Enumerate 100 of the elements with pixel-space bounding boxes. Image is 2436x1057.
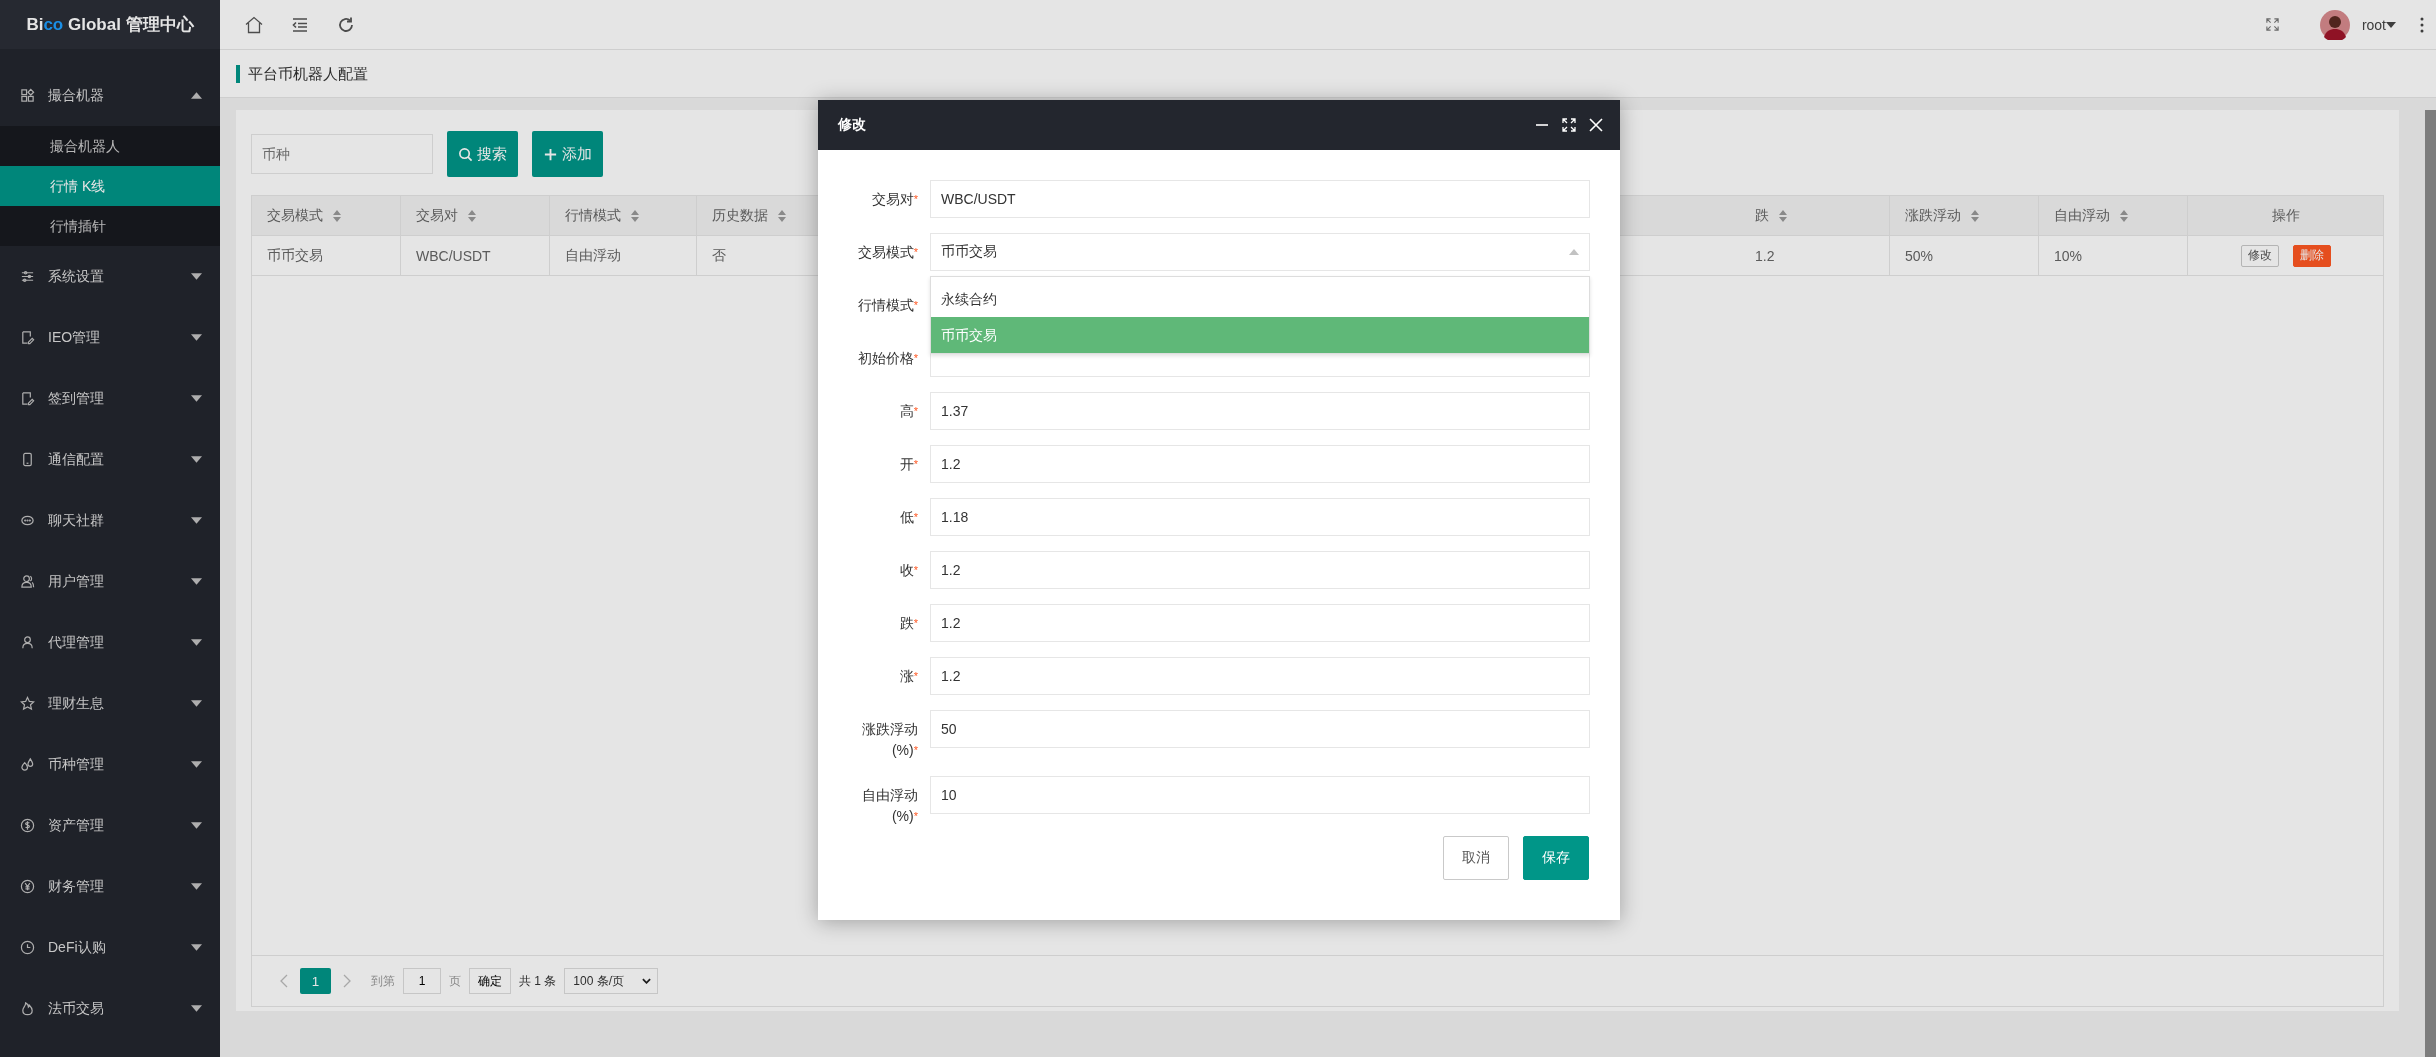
field-label: 低* [898, 508, 918, 527]
edit-button[interactable]: 修改 [2240, 244, 2279, 267]
caret-icon [191, 883, 202, 890]
nav-item[interactable]: DeFi认购 [0, 917, 220, 978]
drops-icon [20, 757, 35, 772]
nav-subitem[interactable]: 行情插针 [0, 206, 220, 246]
nav-item[interactable]: 理财生息 [0, 673, 220, 734]
nav-item[interactable]: 系统设置 [0, 246, 220, 307]
cancel-button[interactable]: 取消 [1443, 836, 1509, 880]
input-field[interactable]: 1.2 [930, 604, 1590, 642]
field-label: 交易模式* [856, 243, 918, 262]
column-header[interactable]: 跌 [1740, 196, 1890, 235]
nav-label: 签到管理 [48, 389, 105, 408]
caret-icon [191, 395, 202, 402]
field-label: 交易对* [870, 190, 918, 209]
star-icon [20, 696, 35, 711]
input-field[interactable]: 1.37 [930, 392, 1590, 430]
caret-icon[interactable] [2386, 21, 2396, 28]
nav-label: 资产管理 [48, 816, 105, 835]
page-button[interactable]: 1 [300, 968, 331, 994]
input-field[interactable]: 1.18 [930, 498, 1590, 536]
dollar-icon [20, 818, 35, 833]
sort-icon [333, 209, 341, 222]
input-field[interactable]: 1.2 [930, 445, 1590, 483]
plus-icon [543, 146, 558, 162]
more-icon[interactable] [2420, 16, 2424, 33]
column-header[interactable]: 涨跌浮动 [1890, 196, 2039, 235]
sort-icon [631, 209, 639, 222]
caret-icon [191, 700, 202, 707]
nav-item[interactable]: 资产管理 [0, 795, 220, 856]
caret-icon [191, 273, 202, 280]
page-title: 平台币机器人配置 [236, 64, 368, 83]
phone-icon [20, 452, 35, 467]
chat-icon [20, 513, 35, 528]
nav-item[interactable]: 聊天社群 [0, 490, 220, 551]
scrollbar[interactable] [2425, 110, 2436, 1057]
nav-item[interactable]: 用户管理 [0, 551, 220, 612]
nav-item[interactable]: 通信配置 [0, 429, 220, 490]
fullscreen-icon[interactable] [2264, 17, 2280, 32]
total-count: 共 1 条 [519, 972, 557, 990]
input-field[interactable]: 10 [930, 776, 1590, 814]
caret-icon [191, 578, 202, 585]
page-unit: 页 [449, 972, 461, 990]
nav-label: IEO管理 [48, 328, 102, 347]
nav-item[interactable]: 币种管理 [0, 734, 220, 795]
nav-label: 财务管理 [48, 877, 105, 896]
user-menu[interactable]: root [2361, 16, 2386, 33]
caret-icon [1569, 249, 1579, 255]
dropdown-option[interactable]: 永续合约 [931, 281, 1589, 317]
page-input[interactable]: 1 [403, 968, 441, 994]
column-header[interactable]: 自由浮动 [2039, 196, 2188, 235]
clock-icon [20, 940, 35, 955]
caret-icon [191, 639, 202, 646]
nav-label: 聊天社群 [48, 511, 105, 530]
caret-icon [191, 761, 202, 768]
nav-item[interactable]: 撮合机器 [0, 65, 220, 126]
field-label: 涨跌浮动 (%)* [861, 720, 918, 760]
nav-item[interactable]: 代理管理 [0, 612, 220, 673]
caret-icon [191, 334, 202, 341]
column-header: 操作 [2270, 205, 2301, 225]
nav-label: 撮合机器 [48, 86, 105, 105]
save-button[interactable]: 保存 [1523, 836, 1589, 880]
select-field[interactable]: 币币交易 [930, 233, 1590, 271]
confirm-button[interactable]: 确定 [469, 968, 511, 994]
column-header[interactable]: 交易对 [401, 196, 550, 235]
home-icon[interactable] [244, 14, 264, 35]
avatar[interactable] [2319, 9, 2350, 40]
nav-item[interactable]: 财务管理 [0, 856, 220, 917]
add-button[interactable]: 添加 [532, 131, 603, 177]
sort-icon [2120, 209, 2128, 222]
search-button[interactable]: 搜索 [447, 131, 518, 177]
input-field[interactable]: WBC/USDT [930, 180, 1590, 218]
nav-subitem[interactable]: 行情 K线 [0, 166, 220, 206]
caret-icon [191, 517, 202, 524]
nav-subitem[interactable]: 撮合机器人 [0, 126, 220, 166]
field-label: 涨* [898, 667, 918, 686]
column-header[interactable]: 行情模式 [550, 196, 697, 235]
page-size-select[interactable]: 100 条/页 [564, 968, 659, 994]
user-icon [20, 635, 35, 650]
nav-item[interactable]: 签到管理 [0, 368, 220, 429]
document-icon [20, 391, 35, 406]
nav-item[interactable]: IEO管理 [0, 307, 220, 368]
column-header[interactable]: 交易模式 [252, 196, 401, 235]
caret-icon [191, 822, 202, 829]
maximize-icon[interactable] [1562, 118, 1576, 132]
close-icon[interactable] [1589, 118, 1603, 132]
logo: Bico Global 管理中心 [0, 0, 220, 49]
search-field[interactable]: 币种 [251, 134, 433, 174]
table-cell: WBC/USDT [401, 236, 550, 275]
field-label: 高* [898, 402, 918, 421]
input-field[interactable]: 1.2 [930, 551, 1590, 589]
caret-icon [191, 944, 202, 951]
nav-label: 代理管理 [48, 633, 105, 652]
input-field[interactable]: 50 [930, 710, 1590, 748]
table-cell: 自由浮动 [550, 236, 697, 275]
field-label: 跌* [898, 614, 918, 633]
input-field[interactable]: 1.2 [930, 657, 1590, 695]
nav-label: 币种管理 [48, 755, 105, 774]
goto-label: 到第 [371, 972, 395, 990]
nav-item[interactable]: 法币交易 [0, 978, 220, 1039]
